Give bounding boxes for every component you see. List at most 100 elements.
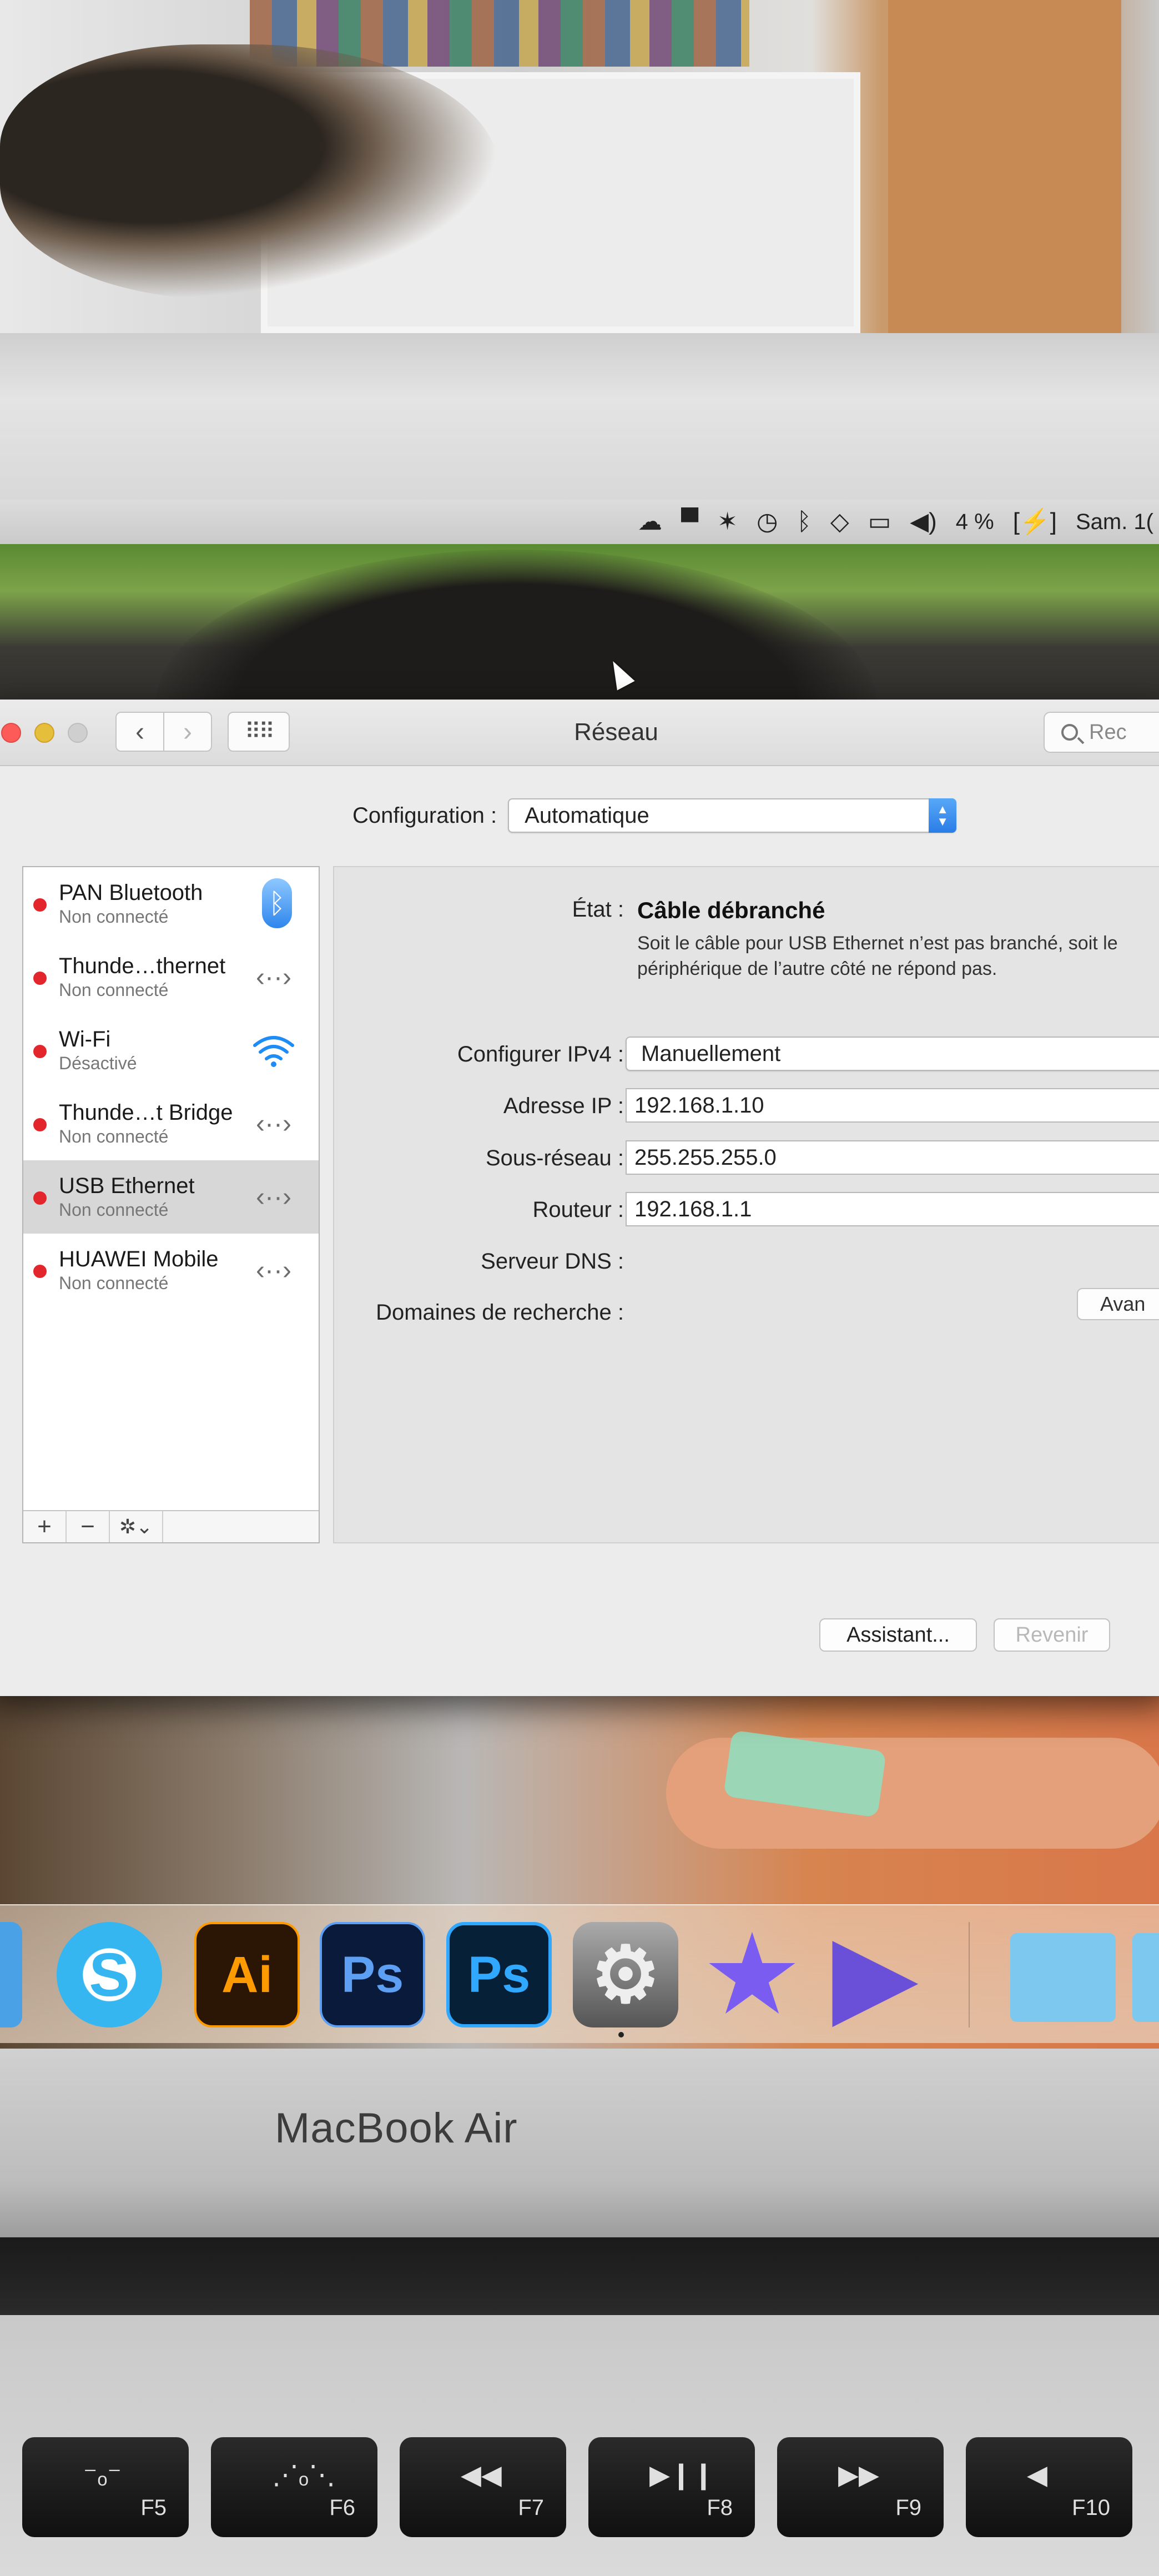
status-dot-red <box>33 1118 47 1131</box>
key-label: F10 <box>1072 2496 1110 2520</box>
revert-button[interactable]: Revenir <box>994 1618 1110 1652</box>
select-stepper-icon: ▲ ▼ <box>929 798 957 833</box>
service-status: Non connecté <box>59 980 169 1000</box>
status-dot-red <box>33 1265 47 1278</box>
service-name: Thunde…thernet <box>59 954 226 978</box>
service-item-wifi[interactable]: Wi-Fi Désactivé <box>23 1014 319 1087</box>
dock-sketchbook-icon[interactable]: S <box>57 1922 162 2027</box>
key-label: F6 <box>329 2496 355 2520</box>
dock-final-cut-icon[interactable]: ▶ <box>822 1916 927 2034</box>
add-service-button[interactable]: + <box>23 1511 67 1542</box>
ip-address-value: 192.168.1.10 <box>634 1093 764 1118</box>
search-field[interactable]: Rec <box>1044 712 1159 753</box>
bluetooth-icon: ᛒ <box>262 878 292 928</box>
search-domains-label: Domaines de recherche : <box>376 1300 624 1325</box>
service-item-huawei-mobile[interactable]: HUAWEI Mobile Non connecté ‹··› <box>23 1234 319 1307</box>
running-indicator <box>618 2032 624 2037</box>
dock-illustrator-icon[interactable]: Ai <box>194 1922 300 2027</box>
state-value: Câble débranché <box>637 897 825 923</box>
service-name: HUAWEI Mobile <box>59 1247 219 1271</box>
key-f9[interactable]: ▶▶ F9 <box>777 2437 944 2537</box>
service-name: PAN Bluetooth <box>59 881 203 905</box>
key-f6[interactable]: ⋰ₒ⋱ F6 <box>211 2437 377 2537</box>
service-status: Non connecté <box>59 1273 169 1293</box>
service-name: Wi-Fi <box>59 1027 111 1051</box>
service-status: Non connecté <box>59 1200 169 1220</box>
dock-imovie-icon[interactable]: ★ <box>699 1919 805 2031</box>
status-dot-red <box>33 1045 47 1058</box>
service-list: PAN Bluetooth Non connecté ᛒ Thunde…ther… <box>22 866 320 1543</box>
dock-folder-icon[interactable] <box>1132 1933 1159 2022</box>
dock-mail-icon[interactable] <box>0 1922 22 2027</box>
search-icon <box>1061 724 1078 741</box>
subnet-field[interactable]: 255.255.255.0 <box>626 1140 1159 1175</box>
assistant-button[interactable]: Assistant... <box>819 1618 977 1652</box>
laptop-brand-label: MacBook Air <box>275 2105 518 2152</box>
wifi-icon <box>249 1030 299 1070</box>
dns-server-label: Serveur DNS : <box>481 1249 624 1274</box>
dock-system-preferences-icon[interactable]: ⚙ <box>573 1922 678 2027</box>
service-item-thunderbolt-bridge[interactable]: Thunde…t Bridge Non connecté ‹··› <box>23 1087 319 1160</box>
mute-icon: ◀ <box>1027 2461 1047 2490</box>
dock-photoshop-icon[interactable]: Ps <box>320 1922 425 2027</box>
window-titlebar: ‹ › ⠿⠿ Réseau Rec <box>0 700 1159 766</box>
rewind-icon: ◀◀ <box>461 2461 502 2490</box>
state-description: Soit le câble pour USB Ethernet n’est pa… <box>637 933 1118 979</box>
ethernet-arrows-icon: ‹··› <box>256 962 291 992</box>
battery-percentage[interactable]: 4 % <box>956 510 994 535</box>
service-details-pane: État : Câble débranché Soit le câble pou… <box>333 866 1159 1543</box>
key-label: F8 <box>707 2496 733 2520</box>
service-item-thunderbolt-ethernet[interactable]: Thunde…thernet Non connecté ‹··› <box>23 940 319 1014</box>
gear-icon[interactable]: ✲⌄ <box>110 1511 163 1542</box>
window-title: Réseau <box>574 718 658 746</box>
dock-photoshop-cc-icon[interactable]: Ps <box>446 1922 552 2027</box>
subnet-label: Sous-réseau : <box>485 1146 624 1170</box>
key-f10[interactable]: ◀ F10 <box>966 2437 1132 2537</box>
laptop-lid-top <box>0 333 1159 786</box>
ipv4-label: Configurer IPv4 : <box>457 1042 624 1066</box>
photoshop-cc-label: Ps <box>467 1946 531 2003</box>
ethernet-arrows-icon: ‹··› <box>256 1182 291 1212</box>
configuration-select[interactable]: Automatique ▲ ▼ <box>508 798 957 833</box>
keyboard-backlight-up-icon: ⋰ₒ⋱ <box>272 2461 336 2490</box>
bluetooth-menu-icon[interactable]: ᛒ <box>797 510 811 534</box>
volume-icon[interactable]: ◀) <box>910 510 937 534</box>
dock-folder-icon[interactable] <box>1010 1933 1116 2022</box>
wifi-icon-graphic <box>253 1036 294 1067</box>
key-f5[interactable]: ⁻ₒ⁻ F5 <box>22 2437 189 2537</box>
router-field[interactable]: 192.168.1.1 <box>626 1192 1159 1226</box>
battery-charging-icon[interactable]: [⚡] <box>1013 510 1057 534</box>
keyboard-backlight-down-icon: ⁻ₒ⁻ <box>83 2461 122 2490</box>
menubar-clock[interactable]: Sam. 1( <box>1076 510 1153 535</box>
menu-bar: ☁ ▀ ✶ ◷ ᛒ ◇ ▭ ◀) 4 % [⚡] Sam. 1( <box>0 500 1159 544</box>
configuration-row: Configuration : Automatique ▲ ▼ <box>352 798 957 833</box>
wifi-menu-icon[interactable]: ◇ <box>830 510 849 534</box>
key-f7[interactable]: ◀◀ F7 <box>400 2437 566 2537</box>
airplay-icon[interactable]: ▭ <box>868 510 891 534</box>
creative-cloud-icon[interactable]: ☁ <box>638 510 662 534</box>
play-pause-icon: ▶❙❙ <box>649 2461 715 2490</box>
status-dot-red <box>33 972 47 985</box>
network-antenna-icon[interactable]: ✶ <box>717 510 738 534</box>
advanced-button[interactable]: Avan <box>1077 1288 1159 1320</box>
screen-sharing-icon[interactable]: ▀ <box>681 510 698 534</box>
photoshop-label: Ps <box>341 1946 404 2003</box>
service-item-pan-bluetooth[interactable]: PAN Bluetooth Non connecté ᛒ <box>23 867 319 940</box>
subnet-value: 255.255.255.0 <box>634 1145 777 1170</box>
ip-address-label: Adresse IP : <box>503 1094 624 1118</box>
status-dot-red <box>33 898 47 912</box>
configuration-value: Automatique <box>525 803 649 828</box>
remove-service-button[interactable]: − <box>67 1511 110 1542</box>
ipv4-value: Manuellement <box>641 1041 781 1066</box>
service-status: Non connecté <box>59 1126 169 1146</box>
key-label: F9 <box>895 2496 921 2520</box>
key-f8[interactable]: ▶❙❙ F8 <box>588 2437 755 2537</box>
fast-forward-icon: ▶▶ <box>838 2461 879 2490</box>
configure-ipv4-select[interactable]: Manuellement <box>626 1037 1159 1071</box>
time-machine-icon[interactable]: ◷ <box>757 510 778 534</box>
dock: S Ai Ps Ps ⚙ ★ ▶ <box>0 1904 1159 2043</box>
service-item-usb-ethernet[interactable]: USB Ethernet Non connecté ‹··› <box>23 1160 319 1234</box>
service-status: Désactivé <box>59 1053 137 1073</box>
status-dot-red <box>33 1191 47 1205</box>
ip-address-field[interactable]: 192.168.1.10 <box>626 1088 1159 1123</box>
